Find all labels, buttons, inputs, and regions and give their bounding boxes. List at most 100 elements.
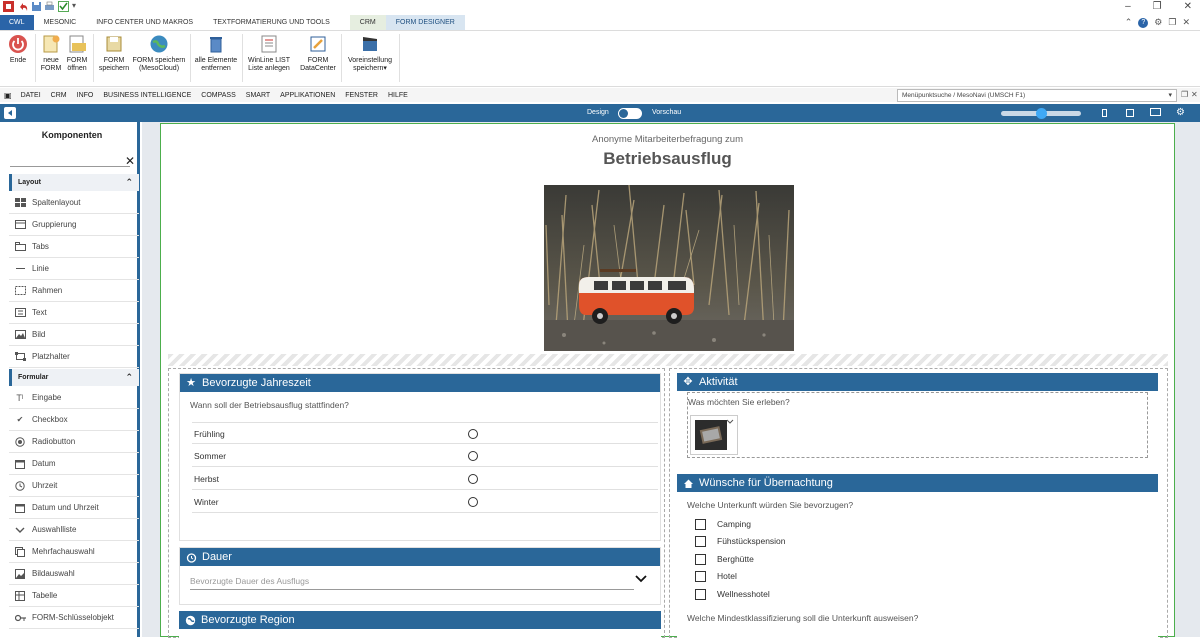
menu-crm[interactable]: CRM (46, 92, 72, 99)
component-search-input[interactable] (10, 154, 130, 167)
checkbox-berghuette[interactable]: Berghütte (695, 551, 754, 568)
quick-access-dropdown-icon[interactable]: ▾ (72, 1, 83, 12)
phone-preview-icon[interactable] (1102, 109, 1107, 117)
collapse-panel-icon[interactable] (4, 107, 16, 119)
checkbox-box[interactable] (695, 571, 706, 582)
checkbox-wellnesshotel[interactable]: Wellnesshotel (695, 586, 770, 603)
form-speichern-button[interactable]: FORM speichern (97, 34, 131, 73)
quick-access-undo-icon[interactable] (18, 1, 29, 12)
section-aktivitaet[interactable]: ✥ Aktivität Was möchten Sie erleben? (677, 373, 1158, 463)
quick-access-save-icon[interactable] (31, 1, 42, 12)
restore-icon[interactable]: ❐ (1153, 1, 1162, 12)
menu-smart[interactable]: SMART (241, 92, 275, 99)
zoom-slider[interactable] (1001, 108, 1081, 119)
collapse-ribbon-icon[interactable]: ⌃ (1125, 17, 1133, 28)
collapse-caret-icon[interactable]: ⌃ (125, 369, 133, 386)
mesonavi-search-input[interactable]: Menüpunktsuche / MesoNavi (UMSCH F1) ▾ (897, 89, 1177, 102)
chevron-down-icon[interactable] (726, 419, 734, 425)
component-text[interactable]: Text (9, 302, 139, 324)
section-formular[interactable]: Formular ⌃ (9, 369, 139, 386)
checkbox-fruehstueckspension[interactable]: Fühstückspension (695, 533, 786, 550)
settings-icon[interactable]: ⚙ (1154, 17, 1162, 28)
radio-option-herbst[interactable]: Herbst (192, 468, 658, 490)
tab-crm[interactable]: CRM (349, 15, 386, 30)
radio-option-sommer[interactable]: Sommer (192, 445, 658, 467)
quick-access-print-icon[interactable] (44, 1, 55, 12)
design-preview-toggle[interactable] (618, 108, 642, 119)
radio-circle[interactable] (468, 497, 478, 507)
radio-circle[interactable] (468, 429, 478, 439)
component-mehrfachauswahl[interactable]: Mehrfachauswahl (9, 541, 139, 563)
settings-gears-icon[interactable]: ⚙ (1176, 107, 1185, 118)
clear-search-icon[interactable]: ✕ (125, 154, 135, 168)
mdi-close-icon[interactable]: ✕ (1191, 90, 1198, 99)
component-tabs[interactable]: Tabs (9, 236, 139, 258)
component-rahmen[interactable]: Rahmen (9, 280, 139, 302)
component-spaltenlayout[interactable]: Spaltenlayout (9, 192, 139, 214)
section-dauer[interactable]: Dauer Bevorzugte Dauer des Ausflugs (179, 547, 661, 605)
window-close-icon[interactable]: ✕ (1182, 17, 1190, 28)
component-datum[interactable]: Datum (9, 453, 139, 475)
section-layout[interactable]: Layout ⌃ (9, 174, 139, 191)
menu-datei[interactable]: DATEI (16, 92, 46, 99)
winline-list-button[interactable]: WinLine LIST Liste anlegen (246, 34, 292, 73)
component-form-schluesselobjekt[interactable]: FORM-Schlüsselobjekt (9, 607, 139, 629)
component-bildauswahl[interactable]: Bildauswahl (9, 563, 139, 585)
form-oeffnen-button[interactable]: FORM öffnen (64, 34, 90, 73)
tab-form-designer[interactable]: FORM DESIGNER (385, 15, 465, 30)
component-checkbox[interactable]: ✔ Checkbox (9, 409, 139, 431)
component-gruppierung[interactable]: Gruppierung (9, 214, 139, 236)
menu-info[interactable]: INFO (72, 92, 99, 99)
desktop-preview-icon[interactable] (1150, 108, 1161, 116)
component-platzhalter[interactable]: Platzhalter (9, 346, 139, 368)
help-icon[interactable]: ? (1138, 17, 1149, 28)
radio-circle[interactable] (468, 451, 478, 461)
chevron-down-icon[interactable]: ▾ (1168, 90, 1172, 101)
menu-app-icon[interactable]: ▣ (0, 91, 16, 100)
checkbox-box[interactable] (695, 536, 706, 547)
radio-option-fruehling[interactable]: Frühling (192, 422, 658, 444)
component-radiobutton[interactable]: Radiobutton (9, 431, 139, 453)
neue-form-button[interactable]: neue FORM (38, 34, 64, 73)
menu-hilfe[interactable]: HILFE (383, 92, 413, 99)
section-bevorzugte-region[interactable]: Bevorzugte Region (179, 611, 661, 638)
component-auswahlliste[interactable]: Auswahlliste (9, 519, 139, 541)
tab-cwl[interactable]: CWL (0, 15, 34, 30)
minimize-icon[interactable]: – (1125, 1, 1131, 12)
close-icon[interactable]: ✕ (1184, 1, 1192, 12)
duration-select[interactable]: Bevorzugte Dauer des Ausflugs (190, 572, 634, 590)
radio-circle[interactable] (468, 474, 478, 484)
drop-zone-stripes[interactable] (168, 354, 1168, 366)
tab-textformatierung[interactable]: TEXTFORMATIERUNG UND TOOLS (203, 15, 340, 30)
component-eingabe[interactable]: T I Eingabe (9, 387, 139, 409)
tab-mesonic[interactable]: MESONIC (34, 15, 87, 30)
component-bild[interactable]: Bild (9, 324, 139, 346)
collapse-caret-icon[interactable]: ⌃ (125, 174, 133, 191)
voreinstellung-button[interactable]: Voreinstellung speichern▾ (344, 34, 396, 73)
canvas-scrollbar[interactable] (1176, 122, 1194, 637)
checkbox-box[interactable] (695, 589, 706, 600)
checkbox-camping[interactable]: Camping (695, 516, 751, 533)
checkbox-box[interactable] (695, 519, 706, 530)
component-tabelle[interactable]: Tabelle (9, 585, 139, 607)
section-bevorzugte-jahreszeit[interactable]: ★ Bevorzugte Jahreszeit Wann soll der Bet… (179, 373, 661, 541)
menu-fenster[interactable]: FENSTER (340, 92, 383, 99)
component-datum-und-uhrzeit[interactable]: Datum und Uhrzeit (9, 497, 139, 519)
radio-option-winter[interactable]: Winter (192, 491, 658, 513)
alle-entfernen-button[interactable]: alle Elemente entfernen (193, 34, 239, 73)
menu-business-intelligence[interactable]: BUSINESS INTELLIGENCE (98, 92, 196, 99)
menu-applikationen[interactable]: APPLIKATIONEN (275, 92, 340, 99)
checkbox-hotel[interactable]: Hotel (695, 568, 737, 585)
activity-image-select[interactable]: Was möchten Sie erleben? (687, 392, 1148, 458)
menu-compass[interactable]: COMPASS (196, 92, 241, 99)
component-linie[interactable]: Linie (9, 258, 139, 280)
chevron-down-icon[interactable] (635, 575, 647, 583)
tablet-preview-icon[interactable] (1126, 109, 1134, 117)
tab-info-center[interactable]: INFO CENTER UND MAKROS (86, 15, 203, 30)
zoom-slider-handle[interactable] (1036, 108, 1047, 119)
form-image-van[interactable] (544, 185, 794, 351)
ende-button[interactable]: Ende (6, 34, 30, 65)
component-uhrzeit[interactable]: Uhrzeit (9, 475, 139, 497)
form-datacenter-button[interactable]: FORM DataCenter (296, 34, 340, 73)
form-speichern-cloud-button[interactable]: FORM speichern (MesoCloud) (132, 34, 186, 73)
